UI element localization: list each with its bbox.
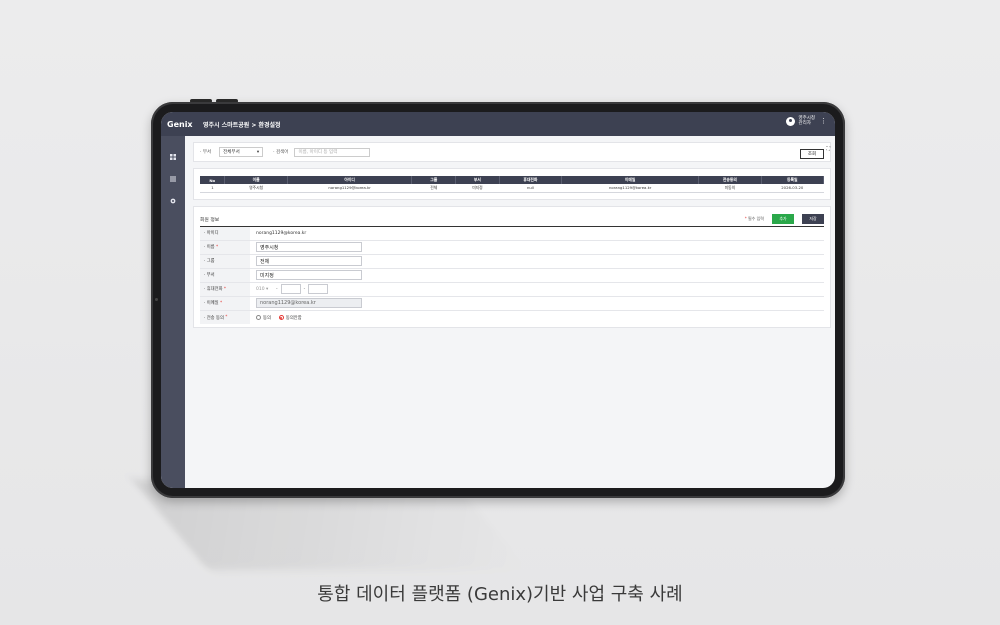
search-button[interactable]: 조회 — [800, 149, 824, 159]
chevron-down-icon: ▾ — [256, 149, 260, 155]
phone-middle-input[interactable] — [280, 284, 301, 294]
tablet-screen: Genix 영주시 스마트공원 > 환경설정 영주시청 관리자 ⋮ · 부서 전… — [161, 112, 835, 488]
consent-radio-group: 동의 동의안함 — [256, 315, 310, 321]
form-row-dept: · 부서 미지정 — [200, 268, 824, 283]
form-title: 회원 정보 — [200, 217, 220, 223]
dept-select[interactable]: 전체부서 ▾ — [219, 147, 264, 157]
table-cell: 전체 — [411, 184, 456, 193]
device-camera — [155, 298, 158, 301]
form-row-email: · 이메일 * norang1129@korea.kr — [200, 296, 824, 311]
app-logo[interactable]: Genix — [161, 120, 193, 129]
table-cell: 미지정 — [455, 184, 500, 193]
col-header[interactable]: 이메일 — [561, 176, 700, 184]
col-header[interactable]: 아이디 — [287, 176, 413, 184]
dashboard-icon[interactable] — [161, 148, 185, 166]
user-role: 관리자 — [798, 121, 811, 126]
tablet-device: Genix 영주시 스마트공원 > 환경설정 영주시청 관리자 ⋮ · 부서 전… — [151, 102, 845, 498]
sidebar — [161, 136, 185, 488]
main-content: · 부서 전체부서 ▾ · 검색어 이름, 아이디 등 입력 조회 ⛶ No 이… — [193, 142, 831, 328]
form-header: 회원 정보 * 필수 입력 추가 저장 — [200, 213, 824, 227]
consent-agree-label: 동의 — [263, 315, 271, 321]
form-row-consent: · 전송 동의 * 동의 동의안함 — [200, 311, 824, 325]
col-header[interactable]: 휴대전화 — [499, 176, 563, 184]
phone-dash: - — [303, 286, 306, 292]
table-cell: norang1129@korea.kr — [561, 184, 699, 193]
member-table-panel: No 이름 아이디 그룹 부서 휴대전화 이메일 전송동의 등록일 1 영주시청… — [193, 168, 831, 200]
id-label: · 아이디 — [200, 226, 250, 240]
kebab-menu-icon[interactable]: ⋮ — [820, 117, 827, 125]
consent-disagree-radio[interactable] — [278, 315, 284, 320]
phone-dash: - — [276, 286, 278, 292]
table-row[interactable]: 1 영주시청 norang1129@korea.kr 전체 미지정 null n… — [200, 184, 824, 193]
form-row-name: · 이름 * 영주시청 — [200, 240, 824, 255]
dept-filter-label: · 부서 — [200, 150, 212, 155]
save-button[interactable]: 저장 — [802, 213, 824, 224]
col-header[interactable]: 전송동의 — [698, 176, 762, 184]
table-cell: 영주시청 — [224, 184, 288, 193]
phone-label: · 휴대전화 * — [200, 282, 250, 296]
page-caption: 통합 데이터 플랫폼 (Genix)기반 사업 구축 사례 — [317, 584, 683, 605]
table-cell: null — [499, 184, 562, 193]
name-field[interactable]: 영주시청 — [256, 242, 362, 252]
form-row-id: · 아이디 norang1129@korea.kr — [200, 226, 824, 241]
col-header[interactable]: 이름 — [224, 176, 288, 184]
form-row-group: · 그룹 전체 — [200, 254, 824, 269]
phone-prefix-select[interactable]: 010 ▾ — [256, 284, 276, 294]
gear-icon[interactable] — [161, 192, 185, 210]
list-icon[interactable] — [161, 170, 185, 188]
required-note: * 필수 입력 — [744, 216, 764, 221]
table-cell: norang1129@korea.kr — [287, 184, 412, 193]
consent-agree-radio[interactable] — [256, 315, 261, 320]
search-label: · 검색어 — [273, 150, 289, 155]
email-label: · 이메일 * — [200, 296, 250, 310]
user-avatar-icon — [786, 116, 796, 126]
member-table: No 이름 아이디 그룹 부서 휴대전화 이메일 전송동의 등록일 1 영주시청… — [200, 176, 825, 193]
filter-bar: · 부서 전체부서 ▾ · 검색어 이름, 아이디 등 입력 조회 ⛶ — [193, 142, 831, 162]
add-button[interactable]: 추가 — [772, 213, 794, 224]
group-label: · 그룹 — [200, 254, 250, 268]
col-header[interactable]: 그룹 — [411, 176, 457, 184]
form-row-phone: · 휴대전화 * 010 ▾ - - — [200, 282, 824, 297]
dept-label: · 부서 — [200, 268, 250, 282]
table-cell: 1 — [200, 184, 225, 193]
member-form-panel: 회원 정보 * 필수 입력 추가 저장 · 아이디 norang1129@kor… — [193, 205, 831, 328]
name-label: · 이름 * — [200, 240, 250, 254]
email-field[interactable]: norang1129@korea.kr — [256, 298, 362, 308]
user-menu[interactable]: 영주시청 관리자 ⋮ — [786, 116, 827, 126]
dept-field[interactable]: 미지정 — [256, 270, 362, 280]
table-cell: 2026-03-20 — [761, 184, 824, 193]
table-cell: 미동의 — [698, 184, 762, 193]
phone-last-input[interactable] — [308, 284, 329, 294]
breadcrumb: 영주시 스마트공원 > 환경설정 — [203, 121, 281, 129]
consent-label: · 전송 동의 * — [200, 311, 250, 324]
col-header[interactable]: 등록일 — [761, 176, 825, 184]
group-field[interactable]: 전체 — [256, 256, 362, 266]
col-header[interactable]: No — [200, 176, 226, 184]
consent-disagree-label: 동의안함 — [285, 315, 302, 321]
search-input[interactable]: 이름, 아이디 등 입력 — [294, 147, 371, 157]
app-header: Genix 영주시 스마트공원 > 환경설정 영주시청 관리자 ⋮ — [161, 112, 835, 136]
col-header[interactable]: 부서 — [455, 176, 500, 184]
id-value: norang1129@korea.kr — [256, 230, 307, 236]
expand-icon[interactable]: ⛶ — [826, 146, 830, 152]
